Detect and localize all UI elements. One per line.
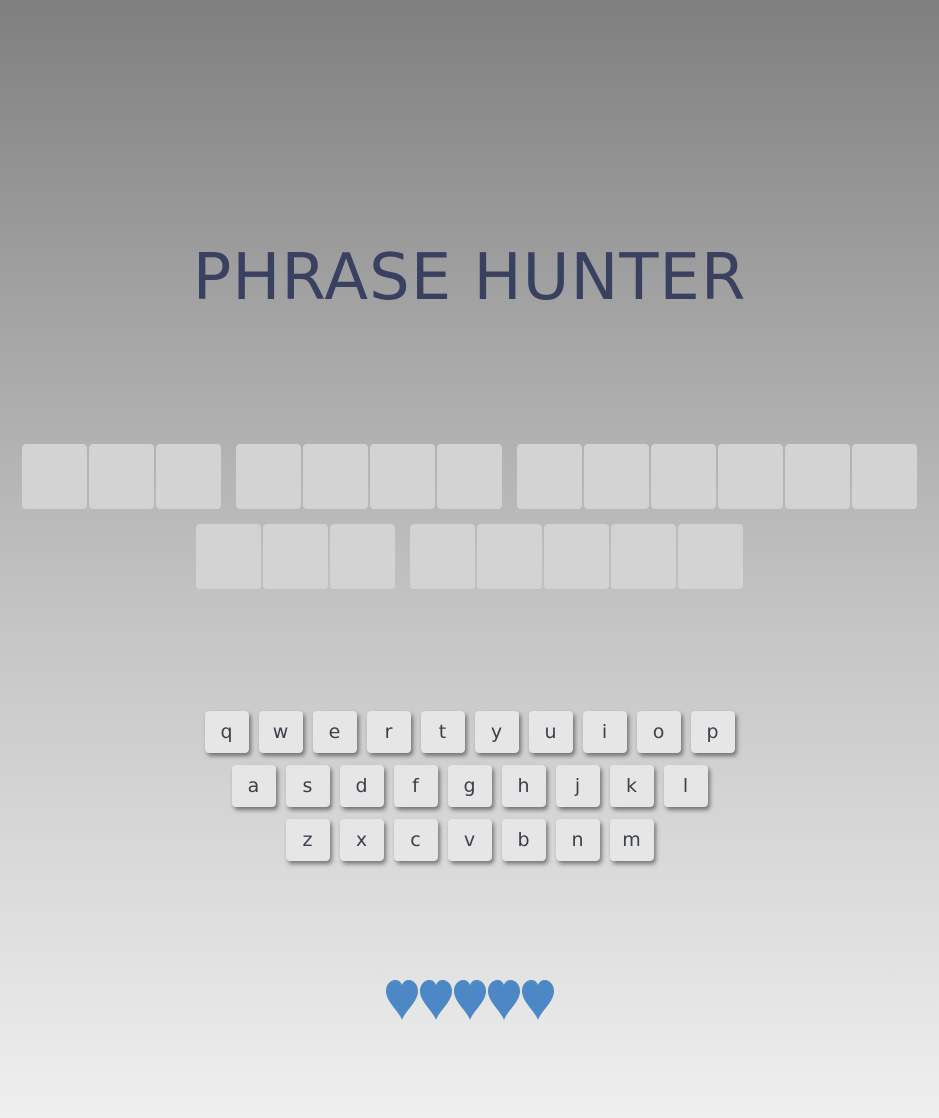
- hidden-letter-tile: [852, 444, 917, 509]
- key-m[interactable]: m: [609, 819, 654, 861]
- key-x[interactable]: x: [339, 819, 384, 861]
- key-r[interactable]: r: [366, 711, 411, 753]
- hidden-letter-tile: [303, 444, 368, 509]
- hidden-letter-tile: [678, 524, 743, 589]
- key-l[interactable]: l: [663, 765, 708, 807]
- key-k[interactable]: k: [609, 765, 654, 807]
- heart-icon: [521, 980, 555, 1020]
- heart-icon: [487, 980, 521, 1020]
- key-f[interactable]: f: [393, 765, 438, 807]
- key-z[interactable]: z: [285, 819, 330, 861]
- hidden-letter-tile: [236, 444, 301, 509]
- heart-icon: [419, 980, 453, 1020]
- phrase-word: [22, 444, 221, 509]
- hidden-letter-tile: [156, 444, 221, 509]
- hidden-letter-tile: [196, 524, 261, 589]
- key-y[interactable]: y: [474, 711, 519, 753]
- hidden-letter-tile: [517, 444, 582, 509]
- phrase-word: [236, 444, 502, 509]
- hidden-letter-tile: [410, 524, 475, 589]
- phrase-board: [0, 444, 939, 604]
- key-v[interactable]: v: [447, 819, 492, 861]
- key-d[interactable]: d: [339, 765, 384, 807]
- key-a[interactable]: a: [231, 765, 276, 807]
- hidden-letter-tile: [89, 444, 154, 509]
- hidden-letter-tile: [584, 444, 649, 509]
- hidden-letter-tile: [611, 524, 676, 589]
- key-c[interactable]: c: [393, 819, 438, 861]
- key-p[interactable]: p: [690, 711, 735, 753]
- onscreen-keyboard: qwertyuiop asdfghjkl zxcvbnm: [0, 711, 939, 873]
- key-o[interactable]: o: [636, 711, 681, 753]
- hidden-letter-tile: [477, 524, 542, 589]
- phrase-line: [0, 444, 939, 509]
- key-s[interactable]: s: [285, 765, 330, 807]
- hidden-letter-tile: [330, 524, 395, 589]
- key-t[interactable]: t: [420, 711, 465, 753]
- phrase-line: [0, 524, 939, 589]
- key-n[interactable]: n: [555, 819, 600, 861]
- key-q[interactable]: q: [204, 711, 249, 753]
- hidden-letter-tile: [785, 444, 850, 509]
- phrase-word: [196, 524, 395, 589]
- key-j[interactable]: j: [555, 765, 600, 807]
- hidden-letter-tile: [651, 444, 716, 509]
- hidden-letter-tile: [370, 444, 435, 509]
- hidden-letter-tile: [263, 524, 328, 589]
- keyboard-row: qwertyuiop: [0, 711, 939, 753]
- game-title: PHRASE HUNTER: [192, 241, 747, 315]
- key-u[interactable]: u: [528, 711, 573, 753]
- key-e[interactable]: e: [312, 711, 357, 753]
- key-i[interactable]: i: [582, 711, 627, 753]
- key-b[interactable]: b: [501, 819, 546, 861]
- keyboard-row: asdfghjkl: [0, 765, 939, 807]
- key-w[interactable]: w: [258, 711, 303, 753]
- hidden-letter-tile: [22, 444, 87, 509]
- hidden-letter-tile: [544, 524, 609, 589]
- heart-icon: [385, 980, 419, 1020]
- phrase-word: [517, 444, 917, 509]
- key-g[interactable]: g: [447, 765, 492, 807]
- key-h[interactable]: h: [501, 765, 546, 807]
- lives-scoreboard: [0, 980, 939, 1020]
- hidden-letter-tile: [718, 444, 783, 509]
- heart-icon: [453, 980, 487, 1020]
- hidden-letter-tile: [437, 444, 502, 509]
- phrase-word: [410, 524, 743, 589]
- keyboard-row: zxcvbnm: [0, 819, 939, 861]
